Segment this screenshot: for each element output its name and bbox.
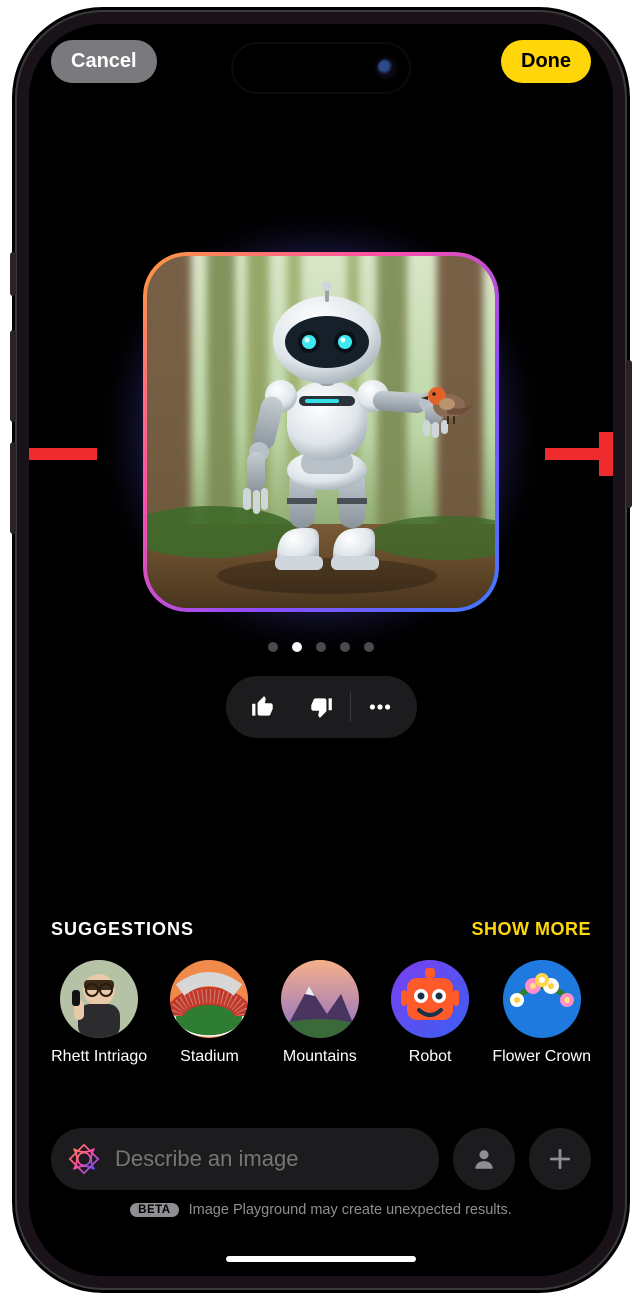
bottom-bar: BETA Image Playground may create unexpec… (29, 1128, 613, 1218)
top-bar: Cancel Done (29, 40, 613, 83)
suggestion-thumbnail (281, 960, 359, 1038)
stadium-icon (170, 960, 248, 1038)
pager-dot[interactable] (340, 642, 350, 652)
home-indicator[interactable] (226, 1256, 416, 1262)
suggestion-thumbnail (391, 960, 469, 1038)
main-area: SUGGESTIONS SHOW MORE (29, 24, 613, 1276)
suggestion-label: Flower Crown (492, 1048, 591, 1066)
thumbs-down-button[interactable] (292, 686, 350, 728)
generated-image-preview[interactable] (143, 252, 499, 612)
suggestion-label: Robot (409, 1048, 452, 1066)
cancel-button[interactable]: Cancel (51, 40, 157, 83)
disclaimer-text: Image Playground may create unexpected r… (189, 1202, 512, 1218)
add-button[interactable] (529, 1128, 591, 1190)
suggestion-label: Stadium (180, 1048, 239, 1066)
thumbs-up-icon (250, 694, 276, 720)
suggestion-stadium[interactable]: Stadium (161, 960, 257, 1066)
suggestion-flower-crown[interactable]: Flower Crown (492, 960, 591, 1066)
person-picker-button[interactable] (453, 1128, 515, 1190)
more-icon (366, 694, 394, 720)
phone-side-button (10, 330, 16, 422)
phone-side-button (10, 252, 16, 296)
suggestion-mountains[interactable]: Mountains (272, 960, 368, 1066)
phone-side-button (626, 360, 632, 508)
more-options-button[interactable] (351, 686, 409, 728)
phone-frame: Cancel Done (15, 10, 627, 1290)
pager-dot[interactable] (364, 642, 374, 652)
done-button[interactable]: Done (501, 40, 591, 83)
suggestion-thumbnail (503, 960, 581, 1038)
pager-dot[interactable] (316, 642, 326, 652)
suggestion-label: Rhett Intriago (51, 1048, 147, 1066)
person-avatar-icon (60, 960, 138, 1038)
pager-dot[interactable] (268, 642, 278, 652)
prompt-input[interactable] (115, 1146, 423, 1172)
phone-side-button (10, 442, 16, 534)
suggestions-section: SUGGESTIONS SHOW MORE (29, 919, 613, 1066)
apple-intelligence-icon (67, 1142, 101, 1176)
flower-crown-icon (503, 960, 581, 1038)
suggestions-heading: SUGGESTIONS (51, 919, 194, 940)
suggestion-robot[interactable]: Robot (382, 960, 478, 1066)
show-more-button[interactable]: SHOW MORE (472, 919, 592, 940)
suggestion-thumbnail (60, 960, 138, 1038)
thumbs-up-button[interactable] (234, 686, 292, 728)
robot-icon (391, 960, 469, 1038)
feedback-bar (226, 676, 417, 738)
screen: Cancel Done (29, 24, 613, 1276)
suggestion-person[interactable]: Rhett Intriago (51, 960, 147, 1066)
thumbs-down-icon (308, 694, 334, 720)
beta-badge: BETA (130, 1203, 178, 1217)
suggestion-thumbnail (170, 960, 248, 1038)
mountains-icon (281, 960, 359, 1038)
prompt-field[interactable] (51, 1128, 439, 1190)
pager-dot[interactable] (292, 642, 302, 652)
pager-dots[interactable] (268, 642, 374, 652)
suggestion-label: Mountains (283, 1048, 357, 1066)
preview-carousel[interactable] (29, 252, 613, 612)
generated-image-icon (147, 256, 495, 608)
disclaimer-line: BETA Image Playground may create unexpec… (130, 1202, 512, 1218)
plus-icon (547, 1146, 573, 1172)
person-icon (471, 1146, 497, 1172)
